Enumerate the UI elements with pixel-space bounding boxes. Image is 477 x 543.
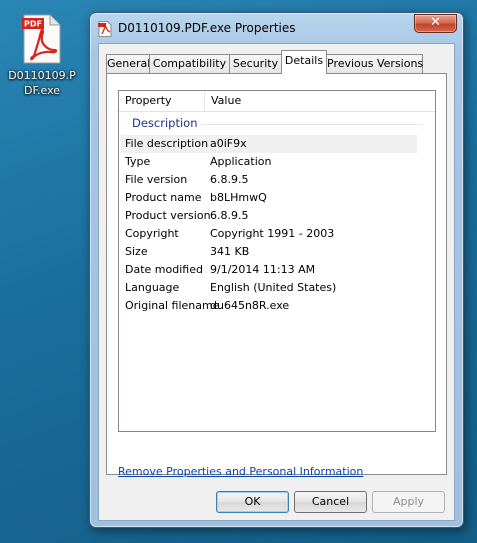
- desktop-file-icon[interactable]: PDF D0110109.PDF.exe: [4, 14, 80, 98]
- pdf-badge-text: PDF: [24, 20, 42, 29]
- property-name: Size: [125, 245, 148, 258]
- property-value: du645n8R.exe: [210, 299, 290, 312]
- list-item[interactable]: Language English (United States): [119, 279, 435, 297]
- tab-compatibility[interactable]: Compatibility: [149, 54, 230, 73]
- property-name: Type: [125, 155, 151, 168]
- property-name: File description: [125, 137, 209, 150]
- property-name: Product version: [125, 209, 211, 222]
- property-value: 9/1/2014 11:13 AM: [210, 263, 316, 276]
- pdf-file-icon: PDF: [22, 14, 62, 64]
- details-panel: Property Value Description File descript…: [106, 73, 447, 475]
- property-value: b8LHmwQ: [210, 191, 267, 204]
- property-name: Copyright: [125, 227, 179, 240]
- details-list[interactable]: Property Value Description File descript…: [118, 90, 436, 432]
- property-name: Language: [125, 281, 180, 294]
- tab-details[interactable]: Details: [281, 50, 327, 74]
- property-value: 6.8.9.5: [210, 173, 249, 186]
- property-value: English (United States): [210, 281, 337, 294]
- list-item[interactable]: Product version 6.8.9.5: [119, 207, 435, 225]
- property-value: a0iF9x: [210, 137, 247, 150]
- apply-button[interactable]: Apply: [372, 491, 445, 513]
- properties-window: D0110109.PDF.exe Properties ✕ General Co…: [89, 12, 464, 528]
- property-name: Product name: [125, 191, 202, 204]
- tab-previous-versions[interactable]: Previous Versions: [326, 54, 423, 73]
- property-name: File version: [125, 173, 188, 186]
- close-button[interactable]: ✕: [414, 14, 457, 33]
- cancel-button[interactable]: Cancel: [294, 491, 367, 513]
- pdf-file-icon: [98, 21, 112, 37]
- property-value: Copyright 1991 - 2003: [210, 227, 335, 240]
- title-bar[interactable]: D0110109.PDF.exe Properties ✕: [90, 13, 463, 43]
- tab-security[interactable]: Security: [229, 54, 282, 73]
- property-name: Original filename: [125, 299, 220, 312]
- column-header-property[interactable]: Property: [119, 91, 205, 112]
- tab-general[interactable]: General: [106, 54, 150, 73]
- list-header: Property Value: [119, 91, 435, 112]
- column-header-value[interactable]: Value: [205, 91, 435, 112]
- list-item[interactable]: Original filename du645n8R.exe: [119, 297, 435, 315]
- window-client-area: General Compatibility Security Details P…: [98, 43, 455, 521]
- group-header-description[interactable]: Description: [119, 115, 435, 133]
- list-item[interactable]: Type Application: [119, 153, 435, 171]
- remove-properties-link[interactable]: Remove Properties and Personal Informati…: [118, 465, 363, 478]
- list-item[interactable]: File version 6.8.9.5: [119, 171, 435, 189]
- property-value: Application: [210, 155, 272, 168]
- ok-button[interactable]: OK: [216, 491, 289, 513]
- group-divider: [201, 124, 423, 125]
- group-label: Description: [132, 116, 198, 130]
- close-icon: ✕: [430, 15, 441, 30]
- list-item[interactable]: Product name b8LHmwQ: [119, 189, 435, 207]
- list-item[interactable]: Date modified 9/1/2014 11:13 AM: [119, 261, 435, 279]
- property-name: Date modified: [125, 263, 203, 276]
- desktop-file-label: D0110109.PDF.exe: [8, 69, 76, 97]
- list-item[interactable]: File description a0iF9x: [121, 135, 417, 153]
- property-value: 6.8.9.5: [210, 209, 249, 222]
- list-item[interactable]: Size 341 KB: [119, 243, 435, 261]
- window-title: D0110109.PDF.exe Properties: [118, 21, 296, 35]
- property-value: 341 KB: [210, 245, 250, 258]
- list-item[interactable]: Copyright Copyright 1991 - 2003: [119, 225, 435, 243]
